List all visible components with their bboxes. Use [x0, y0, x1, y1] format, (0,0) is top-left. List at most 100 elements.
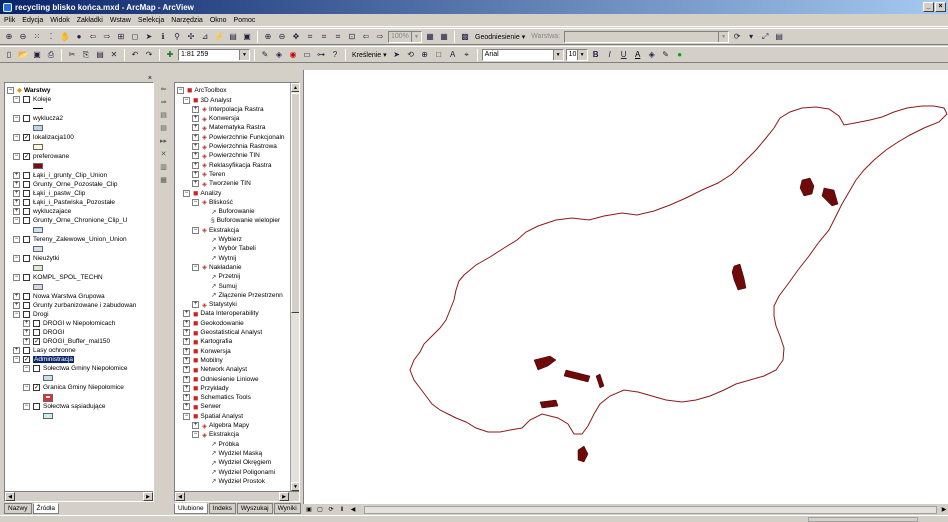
toolbox-item[interactable]: + ◼ Przykłady	[183, 384, 229, 392]
zoom-in-icon[interactable]: ⊕	[3, 31, 15, 43]
toc-layer[interactable]: + Grunty zurbanizowane i zabudowan	[13, 302, 136, 309]
layout-100-icon[interactable]: ⊡	[346, 31, 358, 43]
layer-visibility-checkbox[interactable]	[23, 236, 30, 243]
layer-visibility-checkbox[interactable]	[23, 217, 30, 224]
toc-layer[interactable]: − KOMPL_SPOL_TECHN	[13, 274, 103, 281]
expand-toggle-icon[interactable]: +	[183, 384, 190, 392]
refresh-icon[interactable]: ⟳	[327, 506, 335, 514]
toolbox-item[interactable]: + ◈ Teren	[192, 170, 225, 178]
map-view[interactable]	[303, 70, 948, 504]
expand-toggle-icon[interactable]: +	[192, 105, 199, 113]
expand-toggle-icon[interactable]: −	[13, 217, 20, 224]
layer-visibility-checkbox[interactable]	[23, 293, 30, 300]
layer-visibility-checkbox[interactable]: ✓	[33, 384, 40, 391]
expand-toggle-icon[interactable]: +	[13, 190, 20, 197]
layer-visibility-checkbox[interactable]	[23, 255, 30, 262]
close-button[interactable]: ×	[935, 2, 946, 12]
expand-toggle-icon[interactable]: −	[13, 236, 20, 243]
expand-toggle-icon[interactable]: +	[183, 347, 190, 355]
layer-visibility-checkbox[interactable]	[23, 190, 30, 197]
toolbox-item[interactable]: + ◈ Powierzchnia Rastrowa	[192, 143, 277, 151]
bold-button[interactable]: B	[590, 49, 602, 61]
copy-icon[interactable]: ⎘	[80, 49, 92, 61]
expand-toggle-icon[interactable]: −	[13, 134, 20, 141]
tab-zrodla[interactable]: Źródła	[32, 503, 59, 514]
expand-toggle-icon[interactable]: +	[183, 375, 190, 383]
toc-layer[interactable]: − ✓ lokalizacja100	[13, 134, 74, 141]
hyperlink-icon[interactable]: ⚡	[213, 31, 225, 43]
tab-ulubione[interactable]: Ulubione	[174, 503, 208, 514]
expand-toggle-icon[interactable]: −	[192, 263, 199, 271]
paste-icon[interactable]: ▤	[94, 49, 106, 61]
expand-toggle-icon[interactable]: −	[23, 403, 30, 410]
expand-toggle-icon[interactable]: +	[23, 338, 30, 345]
toolbox-item[interactable]: + ◼ Konwersja	[183, 347, 231, 355]
font-combo[interactable]: Arial	[481, 48, 564, 61]
toolbox-item[interactable]: ↗ Wybór Tabeli	[201, 245, 256, 253]
toolbox-item[interactable]: ↗ Próbka	[201, 440, 239, 449]
toc-layer[interactable]: + Łąki_i_Pastwiska_Pozostałe	[13, 199, 115, 206]
add-control-points-icon[interactable]: ⤢	[759, 31, 771, 43]
toolbox-item[interactable]: + ◈ Tworzenie TIN	[192, 180, 251, 188]
rotate-icon[interactable]: ⟳	[731, 31, 743, 43]
toc-layer[interactable]: − Drogi	[13, 311, 49, 318]
expand-toggle-icon[interactable]: +	[183, 319, 190, 327]
expand-toggle-icon[interactable]: −	[192, 431, 199, 439]
expand-toggle-icon[interactable]: +	[192, 133, 199, 141]
expand-toggle-icon[interactable]: +	[192, 170, 199, 178]
delete-x-icon[interactable]: ✕	[159, 150, 168, 159]
toolbox-item[interactable]: + ◈ Konwersja	[192, 115, 239, 123]
toc-layer[interactable]: + DROGI w Niepołomicach	[23, 320, 115, 327]
toolbox-item[interactable]: + ◈ Matematyka Rastra	[192, 124, 265, 132]
zoom-out-icon[interactable]: ⊖	[17, 31, 29, 43]
layer-combo[interactable]	[564, 30, 730, 43]
toc-layer[interactable]: + Łąki_i_pastw_Clip	[13, 190, 85, 197]
toc-layer[interactable]: + Łąki_i_grunty_Clip_Union	[13, 172, 107, 179]
layout-zoom-combo[interactable]: 100%	[388, 30, 422, 43]
focus-frame-icon[interactable]: ▦	[438, 31, 450, 43]
menu-narzedzia[interactable]: Narzędzia	[171, 17, 203, 24]
toolbox-item[interactable]: + ◼ Serwer	[183, 403, 221, 411]
toolbox-item[interactable]: + ◼ Geokodowanie	[183, 319, 244, 327]
select-features-icon[interactable]: ⊞	[115, 31, 127, 43]
model-builder-icon[interactable]: ⊶	[315, 49, 327, 61]
expand-toggle-icon[interactable]: −	[192, 226, 199, 234]
find-icon[interactable]: ⚲	[171, 31, 183, 43]
expand-toggle-icon[interactable]: +	[183, 356, 190, 364]
zoom-layout-in-icon[interactable]: ⊕	[262, 31, 274, 43]
command-line-icon[interactable]: ▭	[301, 49, 313, 61]
toolbox-item[interactable]: + ◈ Statystyki	[192, 301, 237, 309]
add-data-icon[interactable]: ✚	[164, 49, 176, 61]
new-text-icon[interactable]: A	[447, 49, 459, 61]
zoom-whole-page-icon[interactable]: ⊕	[419, 49, 431, 61]
toolbox-item[interactable]: − ◼ Analizy	[183, 189, 221, 197]
expand-toggle-icon[interactable]: −	[192, 198, 199, 206]
table-icon-4[interactable]: ▦	[159, 176, 168, 185]
toc-layer[interactable]: − ✓ preferowane	[13, 153, 69, 160]
tab-nazwy[interactable]: Nazwy	[4, 503, 32, 514]
toolbox-item[interactable]: § Buforowanie wielopier	[201, 217, 280, 224]
toc-layer[interactable]: + Nowa Warstwa Grupowa	[13, 293, 105, 300]
layer-visibility-checkbox[interactable]	[23, 181, 30, 188]
select-elements-icon[interactable]: ➤	[143, 31, 155, 43]
expand-toggle-icon[interactable]: +	[13, 172, 20, 179]
expand-toggle-icon[interactable]: +	[23, 329, 30, 336]
cut-icon[interactable]: ✂	[66, 49, 78, 61]
toc-root[interactable]: − ◆ Warstwy	[7, 86, 51, 94]
minimize-button[interactable]: _	[923, 2, 934, 12]
expand-toggle-icon[interactable]: +	[13, 293, 20, 300]
layer-visibility-checkbox[interactable]	[23, 199, 30, 206]
tab-wyszukaj[interactable]: Wyszukaj	[236, 503, 273, 514]
expand-toggle-icon[interactable]: +	[192, 124, 199, 132]
menu-pomoc[interactable]: Pomoc	[234, 17, 256, 24]
layout-forward-icon[interactable]: ⇨	[374, 31, 386, 43]
underline-button[interactable]: U	[618, 49, 630, 61]
toolbox-item[interactable]: ↗ Wydziel Okręgiem	[201, 459, 271, 467]
expand-toggle-icon[interactable]: +	[23, 320, 30, 327]
arctoolbox-root[interactable]: − ◼ ArcToolbox	[177, 86, 227, 94]
menu-plik[interactable]: Plik	[4, 17, 15, 24]
toc-layer[interactable]: − Tereny_Zalewowe_Union_Union	[13, 236, 127, 243]
expand-toggle-icon[interactable]: +	[13, 181, 20, 188]
expand-toggle-icon[interactable]: +	[192, 422, 199, 429]
go-to-xy-icon[interactable]: ✣	[185, 31, 197, 43]
